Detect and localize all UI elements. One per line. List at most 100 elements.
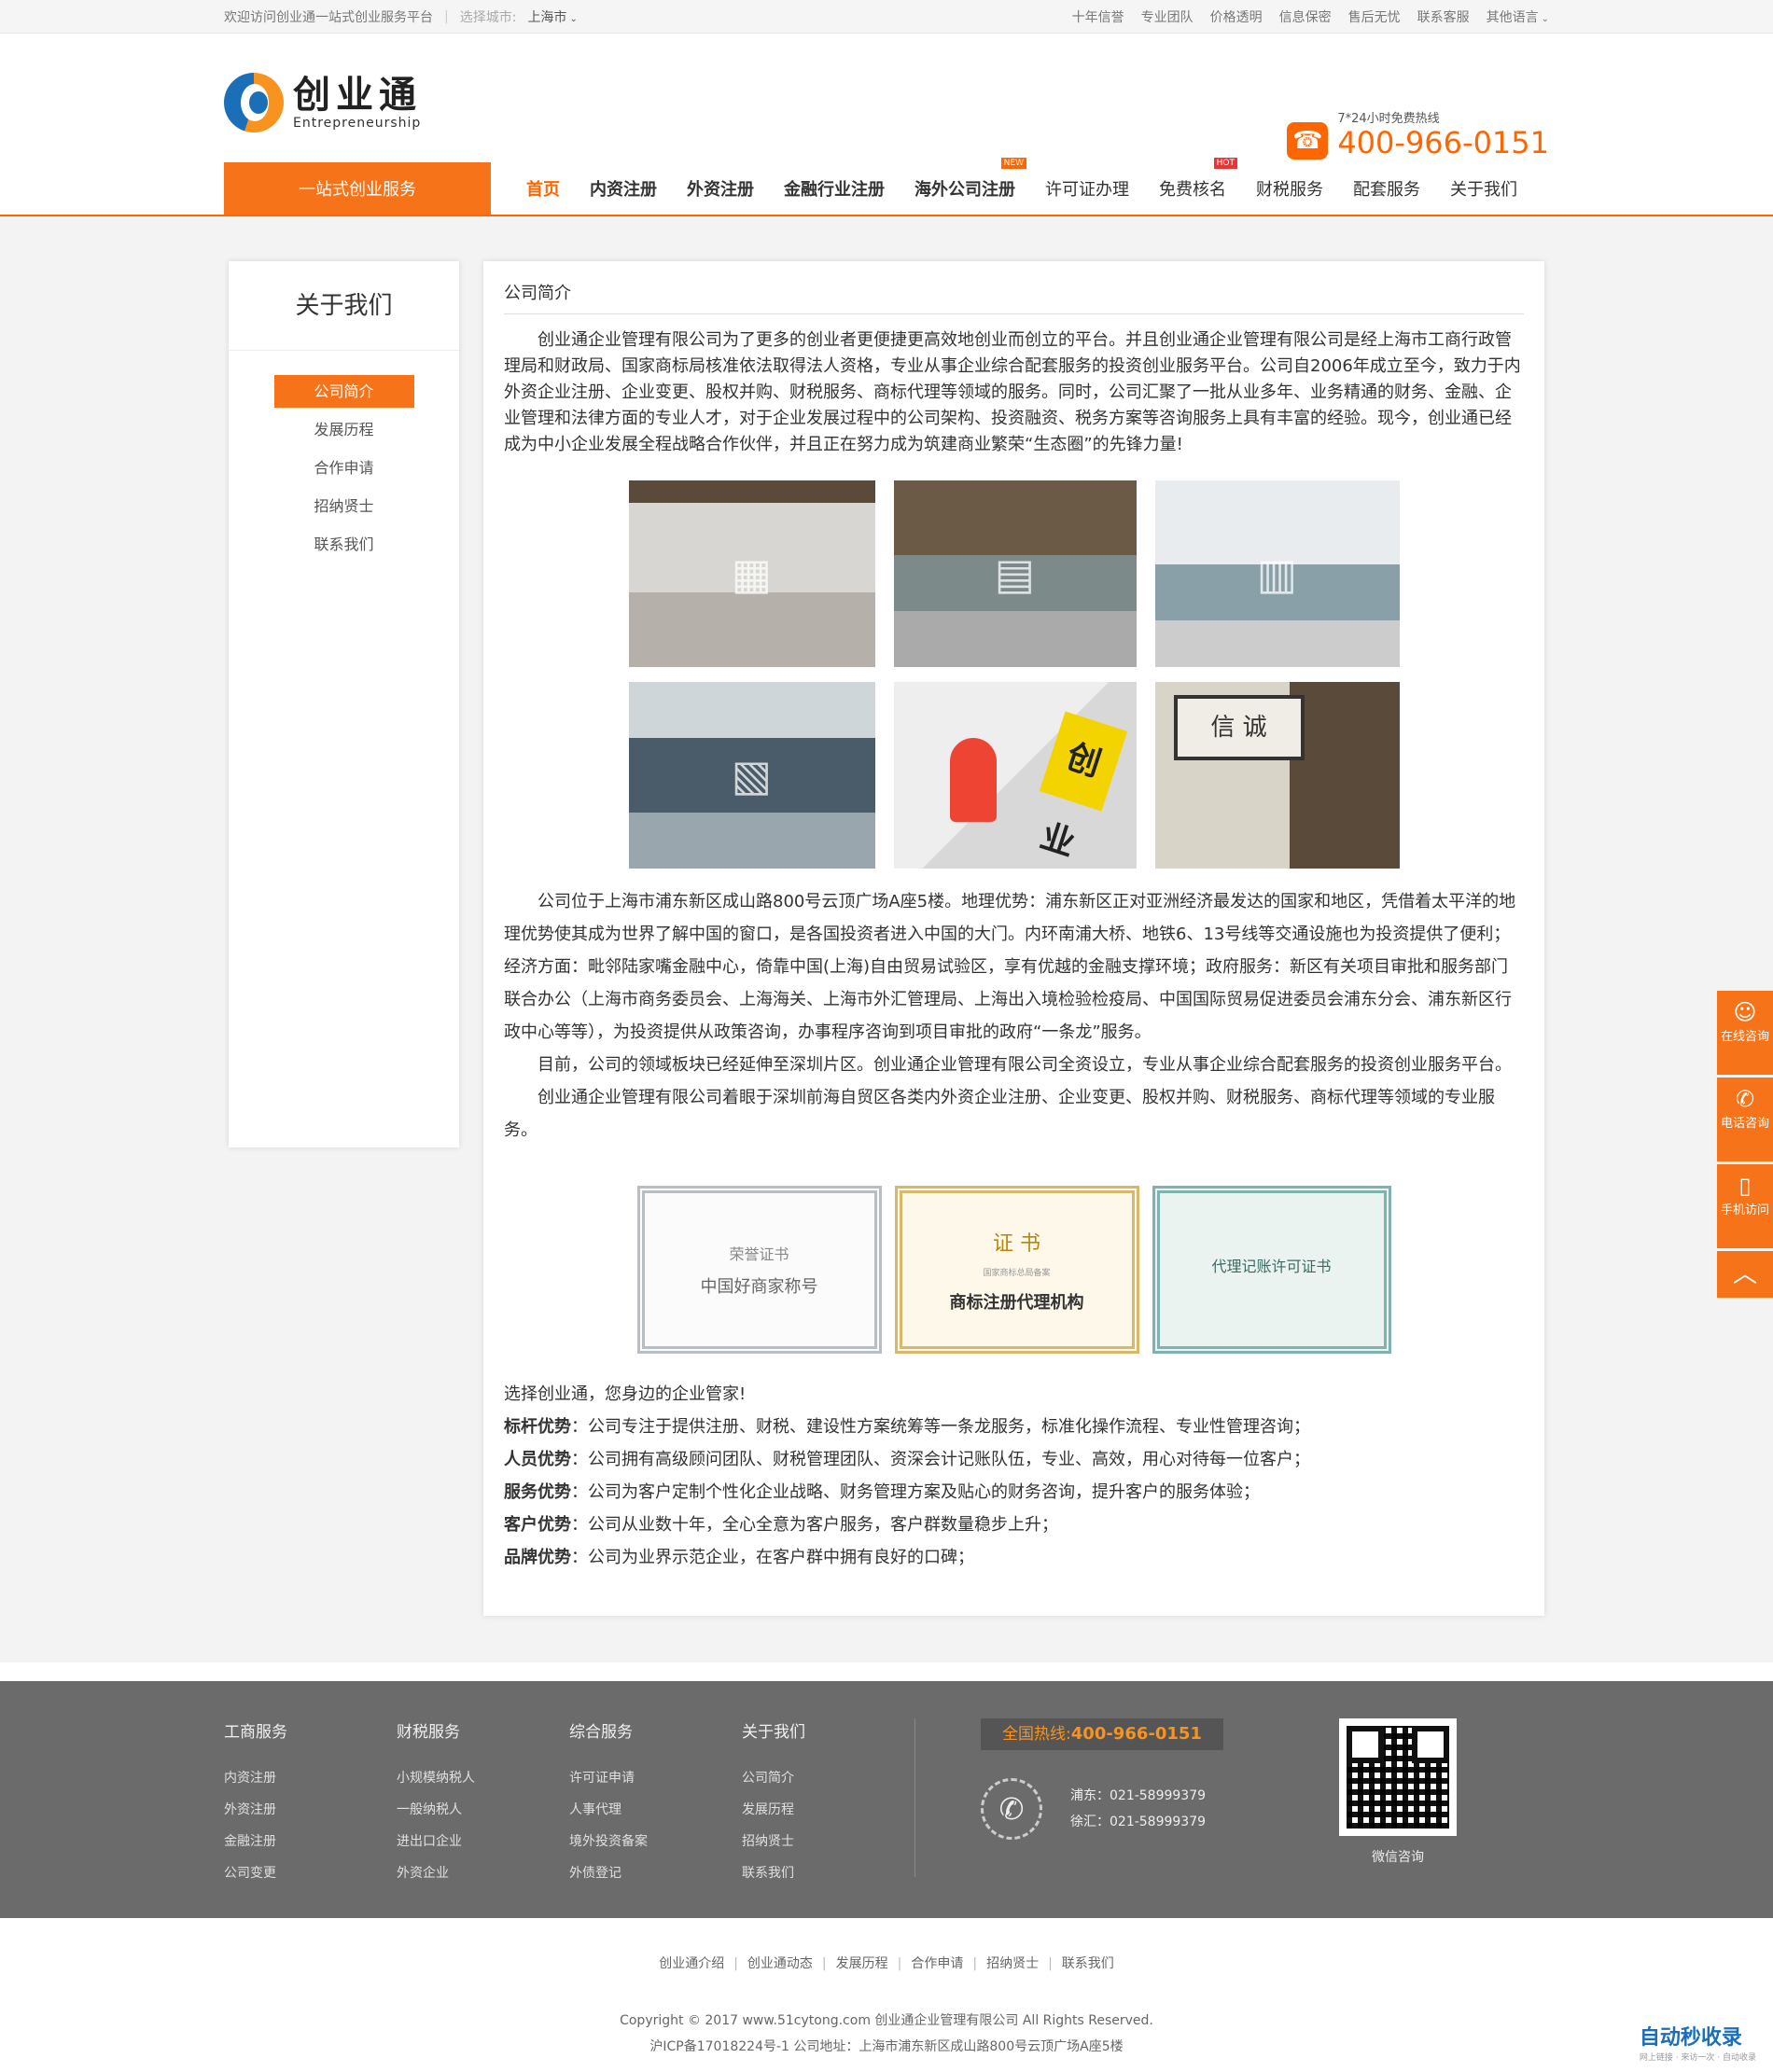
top-link-language[interactable]: 其他语言 ⌄ [1487, 7, 1549, 26]
footer-link[interactable]: 许可证申请 [569, 1762, 742, 1794]
photo-meeting: 信 诚 [1154, 682, 1400, 869]
header: 创业通 Entrepreneurship ☎ 7*24小时免费热线 400-96… [224, 34, 1549, 162]
footer: 工商服务 内资注册 外资注册 金融注册 公司变更 财税服务 小规模纳税人 一般纳… [0, 1681, 1773, 1918]
qr-caption: 微信咨询 [1372, 1850, 1424, 1865]
footer-link[interactable]: 公司变更 [224, 1857, 397, 1889]
footer-col-about: 关于我们 公司简介 发展历程 招纳贤士 联系我们 [742, 1718, 914, 1918]
nav-foreign-registration[interactable]: 外资注册 [672, 176, 769, 201]
photo-staff-working: ▧ [628, 682, 875, 869]
bottom-link[interactable]: 合作申请 [911, 1956, 963, 1971]
footer-link[interactable]: 内资注册 [224, 1762, 397, 1794]
divider: | [444, 9, 449, 24]
advantage-item: 品牌优势：公司为业界示范企业，在客户群中拥有良好的口碑； [504, 1541, 1524, 1574]
footer-link[interactable]: 一般纳税人 [397, 1794, 569, 1826]
nav-overseas-label: 海外公司注册 [914, 180, 1015, 200]
phone-consult-button[interactable]: ✆ 电话咨询 [1717, 1078, 1773, 1161]
top-link-privacy[interactable]: 信息保密 [1279, 7, 1332, 26]
nav-name-check[interactable]: 免费核名 HOT [1144, 158, 1241, 201]
certificate-title: 证 书 [993, 1231, 1040, 1256]
city-label: 选择城市: [459, 10, 517, 25]
bottom-link[interactable]: 招纳贤士 [986, 1956, 1039, 1971]
bottom-bar: 创业通介绍 | 创业通动态 | 发展历程 | 合作申请 | 招纳贤士 | 联系我们 Copyrigh… [0, 1918, 1773, 2060]
nav-home[interactable]: 首页 [511, 176, 575, 201]
desk-icon: ▥ [1256, 549, 1298, 599]
bottom-link[interactable]: 创业通动态 [747, 1956, 813, 1971]
desk-icon: ▤ [994, 549, 1036, 599]
back-to-top-button[interactable]: ︿ [1717, 1251, 1773, 1298]
top-link-team[interactable]: 专业团队 [1141, 7, 1194, 26]
watermark-text: 自动秒收录 [1639, 2026, 1742, 2050]
people-icon: ▧ [731, 750, 773, 800]
footer-link[interactable]: 境外投资备案 [569, 1826, 742, 1857]
bottom-link[interactable]: 创业通介绍 [659, 1956, 724, 1971]
top-link-aftersale[interactable]: 售后无忧 [1348, 7, 1401, 26]
hot-badge: HOT [1213, 158, 1237, 169]
city-selector[interactable]: 上海市 ⌄ [527, 7, 577, 26]
mobile-visit-button[interactable]: ▯ 手机访问 [1717, 1164, 1773, 1248]
footer-link[interactable]: 外资注册 [224, 1794, 397, 1826]
nav-about[interactable]: 关于我们 [1435, 176, 1532, 201]
sidebar-item-careers[interactable]: 招纳贤士 [274, 490, 414, 522]
choose-line: 选择创业通，您身边的企业管家! [504, 1384, 747, 1404]
certificate-accounting: 代理记账许可证书 [1152, 1186, 1391, 1354]
top-link-reputation[interactable]: 十年信誉 [1072, 7, 1124, 26]
footer-link[interactable]: 小规模纳税人 [397, 1762, 569, 1794]
site-logo[interactable]: 创业通 Entrepreneurship [224, 73, 422, 132]
footer-link[interactable]: 发展历程 [742, 1794, 914, 1826]
sidebar: 关于我们 公司简介 发展历程 合作申请 招纳贤士 联系我们 [229, 261, 459, 1147]
divider: | [821, 1956, 827, 1971]
hotline-number: 400-966-0151 [1070, 1724, 1202, 1744]
tel-pudong: 浦东：021-58999379 [1070, 1788, 1207, 1803]
logo-icon [224, 73, 284, 132]
footer-link[interactable]: 进出口企业 [397, 1826, 569, 1857]
footer-link[interactable]: 外资企业 [397, 1857, 569, 1889]
nav-finance-registration[interactable]: 金融行业注册 [769, 176, 900, 201]
certificate-name: 商标注册代理机构 [949, 1292, 1084, 1313]
top-link-price[interactable]: 价格透明 [1210, 7, 1263, 26]
float-label: 电话咨询 [1720, 1117, 1769, 1131]
top-link-service[interactable]: 联系客服 [1417, 7, 1470, 26]
nav-tax[interactable]: 财税服务 [1241, 176, 1338, 201]
bottom-link[interactable]: 联系我们 [1062, 1956, 1114, 1971]
nav-license[interactable]: 许可证办理 [1030, 176, 1144, 201]
hotline-label: 7*24小时免费热线 [1337, 112, 1440, 126]
advantage-text: ：公司专注于提供注册、财税、建设性方案统筹等一条龙服务，标准化操作流程、专业性管… [571, 1417, 1310, 1437]
nav-support[interactable]: 配套服务 [1338, 176, 1435, 201]
online-consult-button[interactable]: ☺ 在线咨询 [1717, 991, 1773, 1075]
watermark-sub: 网上链接 · 来访一次 · 自动收录 [1639, 2053, 1756, 2063]
city-value: 上海市 [527, 10, 567, 25]
advantage-text: ：公司从业数十年，全心全意为客户服务，客户群数量稳步上升； [571, 1515, 1058, 1535]
footer-link[interactable]: 联系我们 [742, 1857, 914, 1889]
footer-link[interactable]: 人事代理 [569, 1794, 742, 1826]
advantages: 选择创业通，您身边的企业管家! 标杆优势：公司专注于提供注册、财税、建设性方案统… [504, 1378, 1524, 1574]
logo-cn: 创业通 [293, 74, 422, 117]
footer-hotline: 全国热线:400-966-0151 [981, 1718, 1223, 1750]
footer-link[interactable]: 招纳贤士 [742, 1826, 914, 1857]
photo-office-hall: ▥ [1154, 480, 1400, 667]
nav-overseas-registration[interactable]: 海外公司注册 NEW [900, 158, 1030, 201]
footer-link[interactable]: 外债登记 [569, 1857, 742, 1889]
float-label: 手机访问 [1720, 1203, 1769, 1217]
footer-link[interactable]: 金融注册 [224, 1826, 397, 1857]
sidebar-item-cooperation[interactable]: 合作申请 [274, 452, 414, 484]
copyright: Copyright © 2017 www.51cytong.com 创业通企业管… [620, 2013, 1153, 2028]
welcome-text: 欢迎访问创业通一站式创业服务平台 [224, 10, 433, 25]
main-nav: 一站式创业服务 首页 内资注册 外资注册 金融行业注册 海外公司注册 NEW 许可… [0, 158, 1773, 216]
photo-office-desks: ▤ [893, 480, 1137, 667]
nav-domestic-registration[interactable]: 内资注册 [575, 176, 672, 201]
building-icon: ▦ [731, 549, 773, 599]
sidebar-item-profile[interactable]: 公司简介 [273, 375, 414, 408]
intro-paragraph: 创业通企业管理有限公司为了更多的创业者更便捷更高效地创业而创立的平台。并且创业通… [504, 330, 1521, 454]
hotline-label: 全国热线: [1002, 1725, 1071, 1744]
nav-category-button[interactable]: 一站式创业服务 [224, 162, 491, 215]
wechat-qr: 微信咨询 [1339, 1718, 1457, 1918]
bottom-link[interactable]: 发展历程 [836, 1956, 888, 1971]
footer-link[interactable]: 公司简介 [742, 1762, 914, 1794]
advantage-label: 品牌优势 [504, 1548, 571, 1567]
sidebar-item-history[interactable]: 发展历程 [274, 413, 414, 446]
footer-contact: 全国热线:400-966-0151 ✆ 浦东：021-58999379 徐汇：0… [981, 1718, 1261, 1918]
advantage-item: 标杆优势：公司专注于提供注册、财税、建设性方案统筹等一条龙服务，标准化操作流程、… [504, 1411, 1524, 1443]
watermark-logo: 自动秒收录网上链接 · 来访一次 · 自动收录 [1640, 2021, 1756, 2063]
sidebar-item-contact[interactable]: 联系我们 [274, 528, 414, 561]
footer-col-services: 综合服务 许可证申请 人事代理 境外投资备案 外债登记 [569, 1718, 742, 1918]
